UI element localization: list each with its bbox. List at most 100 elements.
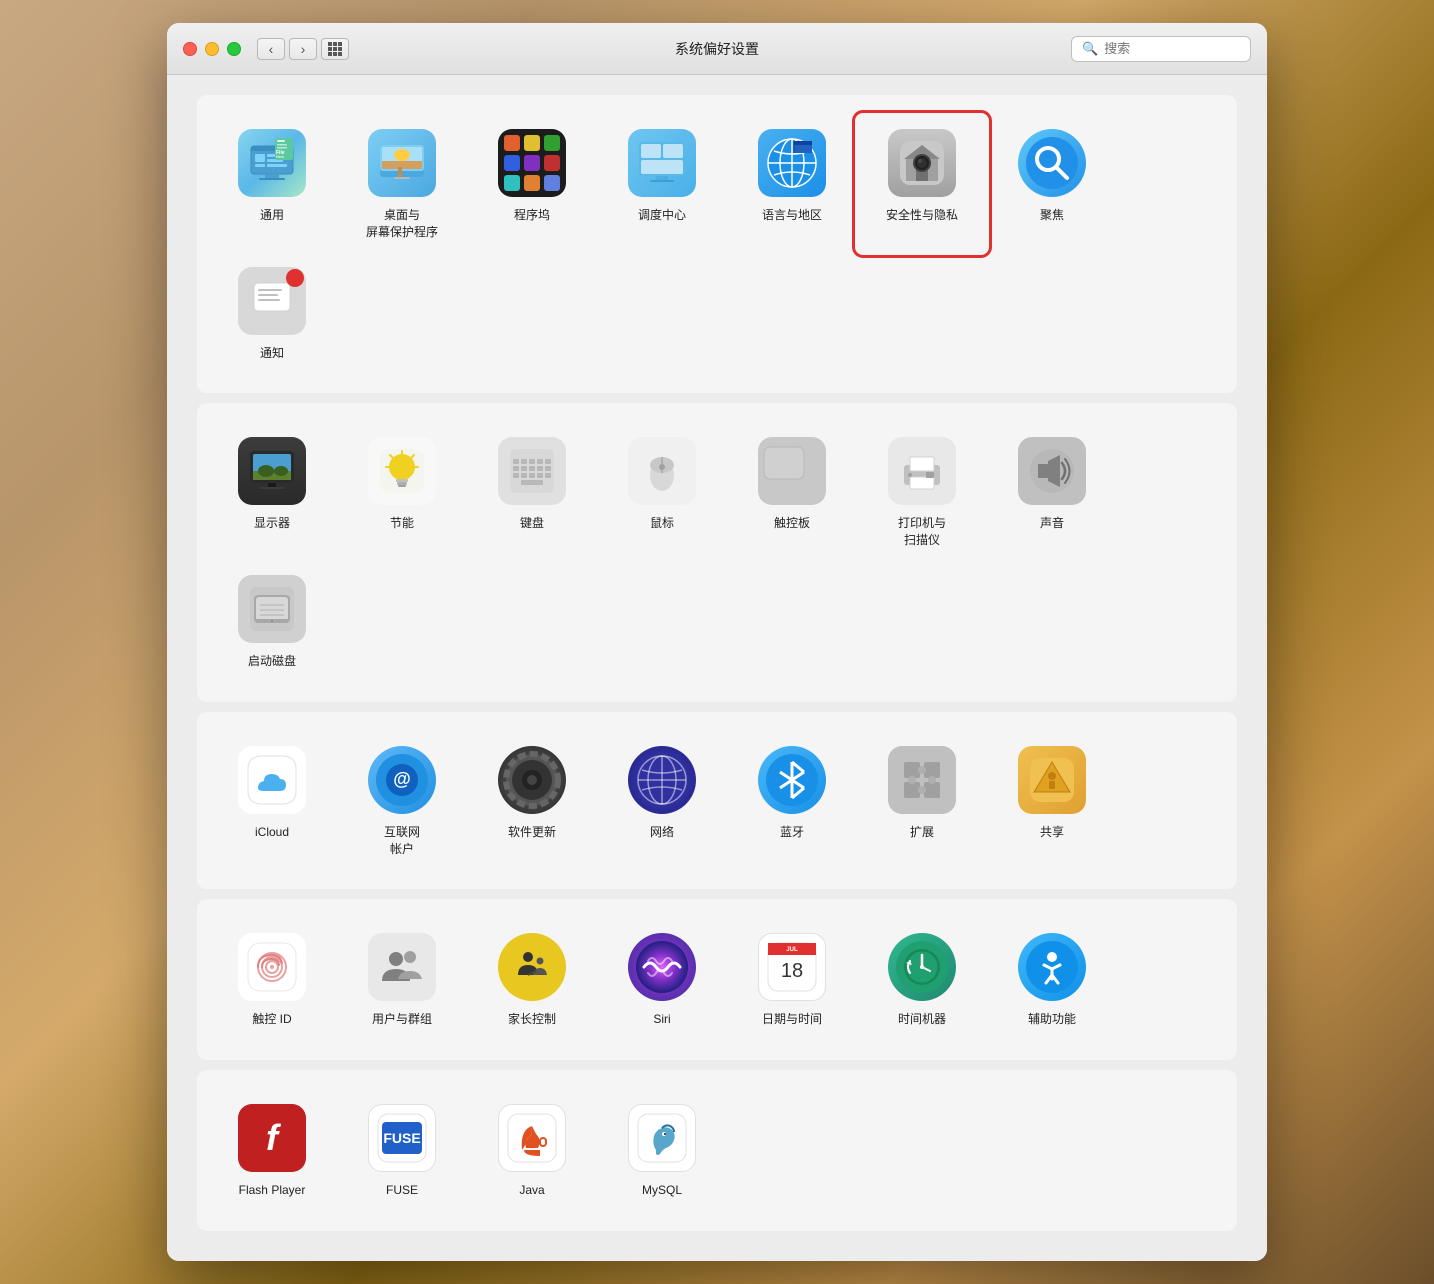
security-icon-wrapper (886, 127, 958, 199)
pref-network[interactable]: 网络 (597, 732, 727, 870)
search-box[interactable]: 🔍 (1071, 36, 1251, 62)
startup-label: 启动磁盘 (248, 653, 296, 670)
pref-flash[interactable]: f Flash Player (207, 1090, 337, 1211)
spotlight-icon (1018, 129, 1086, 197)
pref-mission[interactable]: 调度中心 (597, 115, 727, 253)
trackpad-icon-wrapper (756, 435, 828, 507)
pref-touchid[interactable]: 触控 ID (207, 919, 337, 1040)
network-icon-wrapper (626, 744, 698, 816)
siri-icon-wrapper (626, 931, 698, 1003)
pref-display[interactable]: 显示器 (207, 423, 337, 561)
parental-label: 家长控制 (508, 1011, 556, 1028)
pref-desktop[interactable]: 桌面与屏幕保护程序 (337, 115, 467, 253)
users-icon (368, 933, 436, 1001)
keyboard-icon (498, 437, 566, 505)
pref-bluetooth[interactable]: 蓝牙 (727, 732, 857, 870)
energy-icon (368, 437, 436, 505)
pref-siri[interactable]: Siri (597, 919, 727, 1040)
spotlight-label: 聚焦 (1040, 207, 1064, 224)
mission-icon-wrapper (626, 127, 698, 199)
startup-icon-wrapper (236, 573, 308, 645)
pref-startup[interactable]: 启动磁盘 (207, 561, 337, 682)
mouse-label: 鼠标 (650, 515, 674, 532)
printer-label: 打印机与扫描仪 (898, 515, 946, 549)
other-section: f Flash Player FU (197, 1070, 1237, 1231)
pref-icloud[interactable]: iCloud (207, 732, 337, 870)
internet-grid: iCloud @ 互联网帐户 (207, 732, 1227, 870)
timemachine-icon-wrapper (886, 931, 958, 1003)
language-label: 语言与地区 (762, 207, 822, 224)
printer-icon (888, 437, 956, 505)
nav-buttons: ‹ › (257, 38, 317, 60)
desktop-icon (368, 129, 436, 197)
display-icon (238, 437, 306, 505)
fuse-icon-wrapper: FUSE (366, 1102, 438, 1174)
pref-spotlight[interactable]: 聚焦 (987, 115, 1117, 253)
trackpad-label: 触控板 (774, 515, 810, 532)
preferences-content: File New 通用 (167, 75, 1267, 1261)
bluetooth-icon-wrapper (756, 744, 828, 816)
pref-trackpad[interactable]: 触控板 (727, 423, 857, 561)
datetime-label: 日期与时间 (762, 1011, 822, 1028)
launchpad-icon (498, 129, 566, 197)
pref-internet[interactable]: @ 互联网帐户 (337, 732, 467, 870)
datetime-icon: JUL 18 (758, 933, 826, 1001)
desktop-label: 桌面与屏幕保护程序 (366, 207, 438, 241)
sound-icon (1018, 437, 1086, 505)
touchid-icon-wrapper (236, 931, 308, 1003)
search-input[interactable] (1104, 41, 1240, 56)
traffic-lights (183, 42, 241, 56)
hardware-grid: 显示器 (207, 423, 1227, 681)
pref-launchpad[interactable]: 程序坞 (467, 115, 597, 253)
pref-mysql[interactable]: MySQL (597, 1090, 727, 1211)
extensions-icon (888, 746, 956, 814)
pref-update[interactable]: 软件更新 (467, 732, 597, 870)
sound-icon-wrapper (1016, 435, 1088, 507)
svg-text:New: New (276, 154, 284, 159)
pref-datetime[interactable]: JUL 18 日期与时间 (727, 919, 857, 1040)
maximize-button[interactable] (227, 42, 241, 56)
titlebar: ‹ › 系统偏好设置 🔍 (167, 23, 1267, 75)
grid-icon (328, 42, 342, 56)
system-preferences-window: ‹ › 系统偏好设置 🔍 (167, 23, 1267, 1261)
pref-fuse[interactable]: FUSE FUSE (337, 1090, 467, 1211)
minimize-button[interactable] (205, 42, 219, 56)
pref-language[interactable]: 语言与地区 (727, 115, 857, 253)
pref-sound[interactable]: 声音 (987, 423, 1117, 561)
pref-accessibility[interactable]: 辅助功能 (987, 919, 1117, 1040)
mission-label: 调度中心 (638, 207, 686, 224)
flash-icon: f (238, 1104, 306, 1172)
pref-printer[interactable]: 打印机与扫描仪 (857, 423, 987, 561)
desktop-icon-wrapper (366, 127, 438, 199)
fuse-label: FUSE (386, 1182, 418, 1199)
pref-parental[interactable]: 家长控制 (467, 919, 597, 1040)
back-button[interactable]: ‹ (257, 38, 285, 60)
close-button[interactable] (183, 42, 197, 56)
pref-general[interactable]: File New 通用 (207, 115, 337, 253)
notification-icon-wrapper (236, 265, 308, 337)
pref-timemachine[interactable]: 时间机器 (857, 919, 987, 1040)
pref-energy[interactable]: 节能 (337, 423, 467, 561)
pref-keyboard[interactable]: 键盘 (467, 423, 597, 561)
update-icon-wrapper (496, 744, 568, 816)
extensions-label: 扩展 (910, 824, 934, 841)
launchpad-icon-wrapper (496, 127, 568, 199)
pref-users[interactable]: 用户与群组 (337, 919, 467, 1040)
search-icon: 🔍 (1082, 41, 1098, 57)
java-icon (498, 1104, 566, 1172)
pref-sharing[interactable]: 共享 (987, 732, 1117, 870)
datetime-icon-wrapper: JUL 18 (756, 931, 828, 1003)
svg-text:JUL: JUL (786, 947, 798, 953)
users-label: 用户与群组 (372, 1011, 432, 1028)
forward-button[interactable]: › (289, 38, 317, 60)
pref-java[interactable]: Java (467, 1090, 597, 1211)
touchid-icon (238, 933, 306, 1001)
hardware-section: 显示器 (197, 403, 1237, 701)
pref-extensions[interactable]: 扩展 (857, 732, 987, 870)
grid-view-button[interactable] (321, 38, 349, 60)
language-icon-wrapper (756, 127, 828, 199)
pref-notification[interactable]: 通知 (207, 253, 337, 374)
pref-security[interactable]: 安全性与隐私 (857, 115, 987, 253)
pref-mouse[interactable]: 鼠标 (597, 423, 727, 561)
timemachine-label: 时间机器 (898, 1011, 946, 1028)
